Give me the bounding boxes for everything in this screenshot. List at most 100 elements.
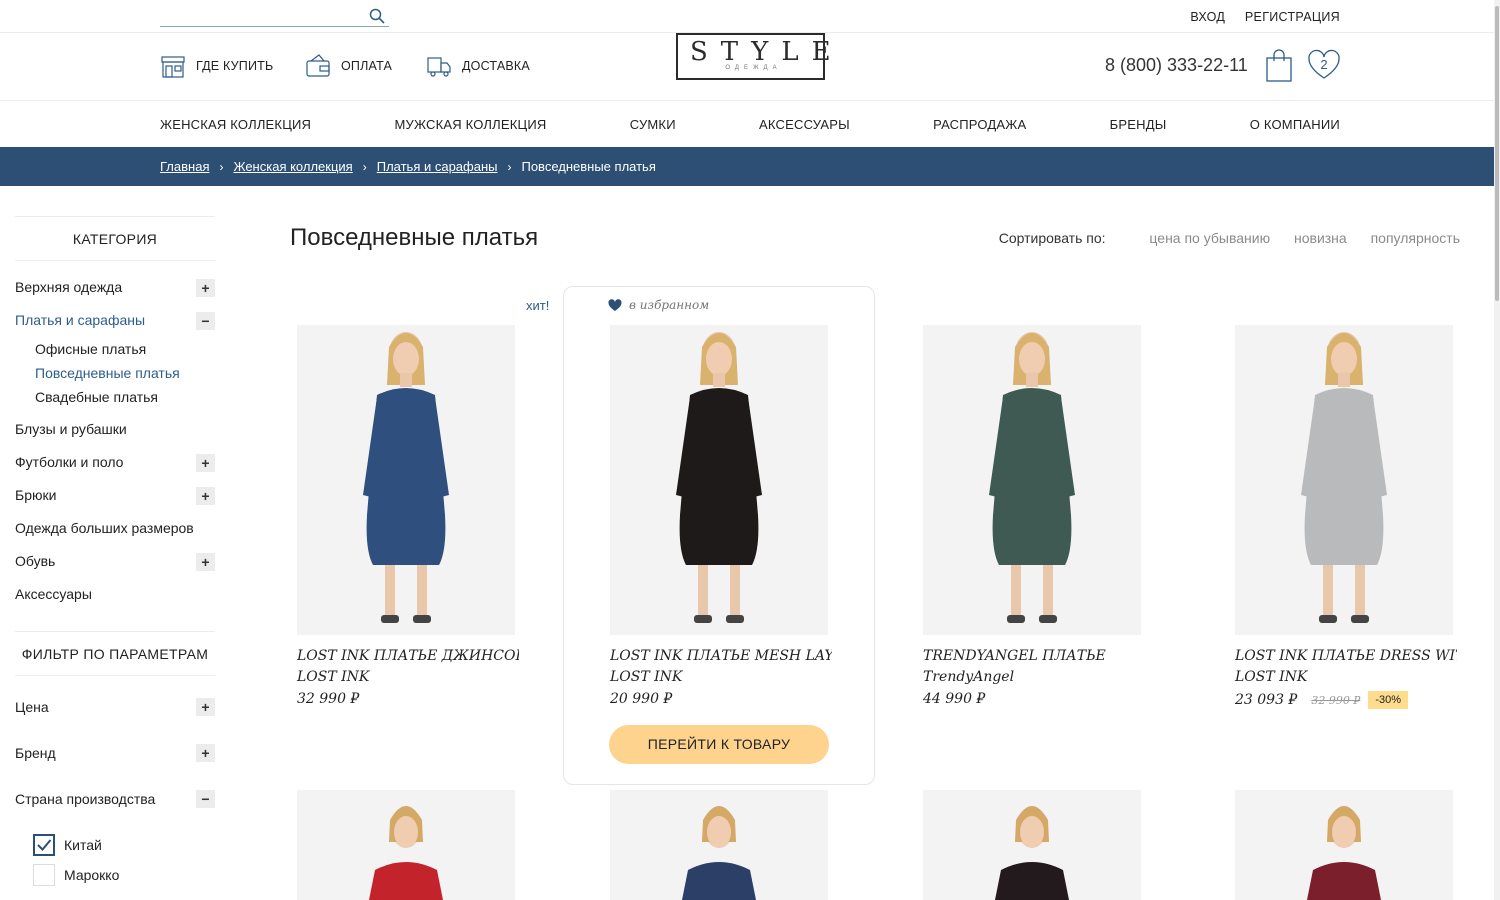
checkbox[interactable] — [33, 864, 55, 886]
payment-link[interactable]: ОПЛАТА — [305, 53, 392, 79]
checkbox-label: Китай — [64, 837, 102, 853]
nav-sale[interactable]: РАСПРОДАЖА — [933, 117, 1026, 132]
expand-icon[interactable]: + — [196, 454, 215, 472]
search-box — [160, 6, 389, 27]
product-brand: LOST INK — [297, 669, 370, 685]
expand-icon[interactable]: + — [196, 698, 215, 716]
nav-bags[interactable]: СУМКИ — [630, 117, 676, 132]
category-label: Одежда больших размеров — [15, 520, 194, 536]
store-icon — [161, 56, 185, 78]
product-card[interactable] — [297, 790, 527, 900]
category-plus-size[interactable]: Одежда больших размеров — [15, 512, 215, 545]
collapse-icon[interactable]: − — [196, 790, 215, 808]
product-name[interactable]: LOST INK ПЛАТЬЕ ДЖИНСОВ... — [297, 648, 519, 664]
nav-men[interactable]: МУЖСКАЯ КОЛЛЕКЦИЯ — [394, 117, 546, 132]
register-link[interactable]: РЕГИСТРАЦИЯ — [1245, 10, 1340, 24]
scrollbar[interactable] — [1494, 0, 1500, 900]
checkbox[interactable] — [33, 834, 55, 856]
product-brand: LOST INK — [610, 669, 683, 685]
product-image[interactable] — [610, 325, 828, 635]
product-price-row: 20 990 ₽ — [610, 691, 840, 707]
product-image[interactable] — [923, 325, 1141, 635]
sort-newest[interactable]: новизна — [1294, 230, 1347, 246]
nav-about[interactable]: О КОМПАНИИ — [1250, 117, 1340, 132]
product-card[interactable] — [923, 790, 1153, 900]
filter-price[interactable]: Цена + — [15, 684, 215, 730]
product-photo — [923, 325, 1141, 635]
breadcrumb-separator: › — [219, 159, 224, 174]
search-icon[interactable] — [369, 8, 385, 24]
product-card[interactable] — [1235, 790, 1465, 900]
nav-brands[interactable]: БРЕНДЫ — [1110, 117, 1167, 132]
product-card[interactable]: LOST INK ПЛАТЬЕ MESH LAY... LOST INK 20 99… — [610, 325, 840, 707]
product-image[interactable] — [1235, 790, 1453, 900]
in-favorites-note[interactable]: в избранном — [608, 298, 709, 312]
category-accessories[interactable]: Аксессуары — [15, 578, 215, 611]
delivery-link[interactable]: ДОСТАВКА — [426, 53, 530, 79]
filter-brand[interactable]: Бренд + — [15, 730, 215, 776]
nav-women[interactable]: ЖЕНСКАЯ КОЛЛЕКЦИЯ — [160, 117, 311, 132]
subcategory-wedding[interactable]: Свадебные платья — [15, 385, 215, 409]
breadcrumb-women[interactable]: Женская коллекция — [233, 159, 352, 174]
product-price: 23 093 ₽ — [1235, 692, 1298, 708]
category-tshirts[interactable]: Футболки и поло + — [15, 446, 215, 479]
category-blouses[interactable]: Блузы и рубашки — [15, 413, 215, 446]
login-link[interactable]: ВХОД — [1190, 10, 1225, 24]
logo[interactable]: STYLE ОДЕЖДА — [676, 33, 831, 80]
go-to-product-button[interactable]: ПЕРЕЙТИ К ТОВАРУ — [609, 725, 829, 764]
nav-accessories[interactable]: АКСЕССУАРЫ — [759, 117, 850, 132]
sort-price-desc[interactable]: цена по убыванию — [1149, 230, 1270, 246]
main-nav: ЖЕНСКАЯ КОЛЛЕКЦИЯ МУЖСКАЯ КОЛЛЕКЦИЯ СУМК… — [160, 101, 1340, 147]
product-name[interactable]: LOST INK ПЛАТЬЕ MESH LAY... — [610, 648, 832, 664]
category-label: Брюки — [15, 487, 57, 503]
wallet-icon — [306, 54, 330, 77]
product-card[interactable] — [610, 790, 840, 900]
where-to-buy-link[interactable]: ГДЕ КУПИТЬ — [160, 53, 273, 79]
search-input[interactable] — [160, 6, 360, 26]
collapse-icon[interactable]: − — [196, 312, 215, 330]
category-trousers[interactable]: Брюки + — [15, 479, 215, 512]
category-shoes[interactable]: Обувь + — [15, 545, 215, 578]
category-label: Блузы и рубашки — [15, 421, 127, 437]
product-price-row: 32 990 ₽ — [297, 691, 527, 707]
subcategory-casual[interactable]: Повседневные платья — [15, 361, 215, 385]
category-outerwear[interactable]: Верхняя одежда + — [15, 271, 215, 304]
header: ГДЕ КУПИТЬ ОПЛАТА ДОСТАВКА STYLE ОДЕЖДА … — [0, 33, 1500, 101]
shopping-bag-icon[interactable] — [1265, 49, 1293, 83]
filter-country[interactable]: Страна производства − — [15, 776, 215, 822]
category-dresses[interactable]: Платья и сарафаны − — [15, 304, 215, 337]
product-price-row: 23 093 ₽ 32 990 ₽ -30% — [1235, 691, 1465, 709]
breadcrumb-dresses[interactable]: Платья и сарафаны — [377, 159, 498, 174]
breadcrumb-home[interactable]: Главная — [160, 159, 209, 174]
product-image[interactable] — [297, 325, 515, 635]
category-label: Футболки и поло — [15, 454, 124, 470]
product-card[interactable]: LOST INK ПЛАТЬЕ DRESS WIT... LOST INK 23 0… — [1235, 325, 1465, 709]
favorites-count: 2 — [1320, 57, 1328, 72]
expand-icon[interactable]: + — [196, 553, 215, 571]
sort-popular[interactable]: популярность — [1371, 230, 1460, 246]
top-bar: ВХОД РЕГИСТРАЦИЯ — [0, 0, 1500, 33]
sidebar: КАТЕГОРИЯ Верхняя одежда + Платья и сараф… — [15, 216, 215, 890]
expand-icon[interactable]: + — [196, 279, 215, 297]
scrollbar-thumb[interactable] — [1495, 6, 1499, 301]
discount-badge: -30% — [1368, 691, 1409, 709]
product-card[interactable]: LOST INK ПЛАТЬЕ ДЖИНСОВ... LOST INK 32 990… — [297, 325, 527, 707]
delivery-truck-icon — [427, 57, 451, 77]
expand-icon[interactable]: + — [196, 744, 215, 762]
product-image[interactable] — [610, 790, 828, 900]
product-name[interactable]: LOST INK ПЛАТЬЕ DRESS WIT... — [1235, 648, 1457, 664]
expand-icon[interactable]: + — [196, 487, 215, 505]
product-name[interactable]: TRENDYANGEL ПЛАТЬЕ — [923, 648, 1145, 664]
product-image[interactable] — [297, 790, 515, 900]
product-image[interactable] — [923, 790, 1141, 900]
category-label: Аксессуары — [15, 586, 92, 602]
product-image[interactable] — [1235, 325, 1453, 635]
sort-label: Сортировать по: — [998, 230, 1106, 246]
country-option-morocco[interactable]: Марокко — [15, 860, 215, 890]
phone-number[interactable]: 8 (800) 333-22-11 — [1105, 55, 1248, 76]
subcategory-office[interactable]: Офисные платья — [15, 337, 215, 361]
product-card[interactable]: TRENDYANGEL ПЛАТЬЕ TrendyAngel 44 990 ₽ — [923, 325, 1153, 707]
favorites-button[interactable]: 2 — [1307, 49, 1341, 81]
country-option-china[interactable]: Китай — [15, 830, 215, 860]
payment-label: ОПЛАТА — [341, 59, 393, 73]
